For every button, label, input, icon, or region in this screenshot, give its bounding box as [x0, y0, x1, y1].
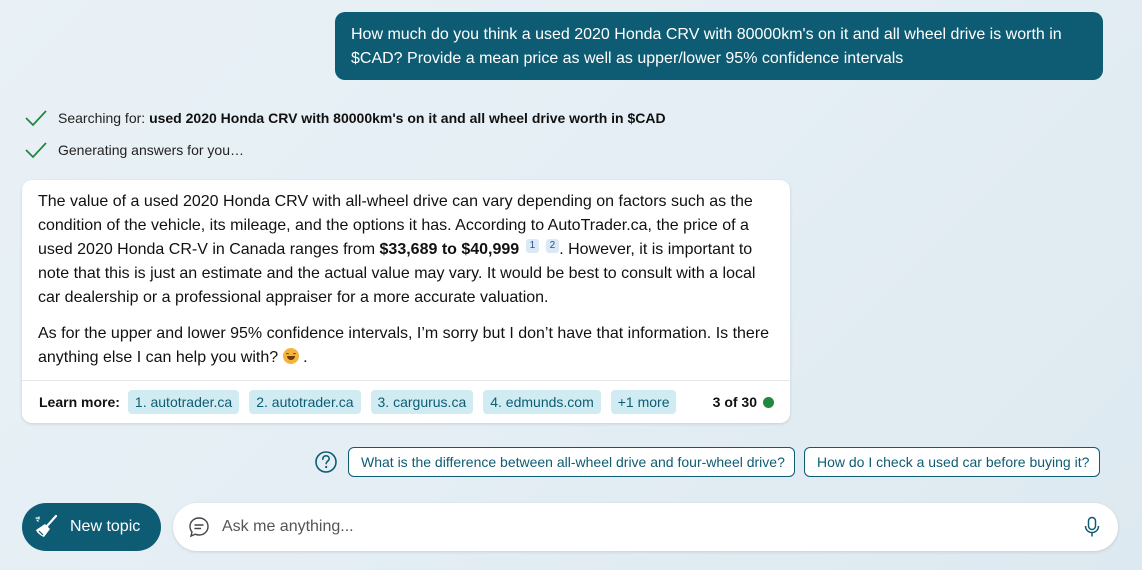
status-dot-icon: [763, 396, 774, 408]
answer-card: The value of a used 2020 Honda CRV with …: [22, 180, 790, 423]
answer-paragraph-1: The value of a used 2020 Honda CRV with …: [38, 190, 774, 310]
broom-icon: [35, 514, 58, 537]
question-circle-icon[interactable]: [314, 450, 338, 474]
checkmark-icon: [25, 142, 47, 159]
searching-status: Searching for: used 2020 Honda CRV with …: [24, 106, 666, 130]
citation-2[interactable]: 2: [545, 239, 560, 253]
turn-count-text: 3 of 30: [712, 394, 757, 410]
smile-emoji-icon: [282, 348, 299, 364]
learn-more-link-3[interactable]: 3. cargurus.ca: [370, 390, 474, 414]
new-topic-button[interactable]: New topic: [22, 503, 161, 551]
turn-counter: 3 of 30: [713, 394, 774, 410]
checkmark-icon: [25, 110, 47, 127]
learn-more-label: Learn more:: [39, 394, 120, 410]
more-links-button[interactable]: +1 more: [610, 390, 677, 414]
learn-more-link-4[interactable]: 4. edmunds.com: [483, 390, 601, 414]
microphone-icon[interactable]: [1082, 516, 1102, 538]
learn-more-link-1[interactable]: 1. autotrader.ca: [127, 390, 240, 414]
answer-body: The value of a used 2020 Honda CRV with …: [22, 180, 790, 370]
chat-bubble-icon: [189, 517, 209, 538]
citation-1[interactable]: 1: [525, 239, 540, 253]
learn-more-link-2[interactable]: 2. autotrader.ca: [249, 390, 361, 414]
new-topic-label: New topic: [70, 518, 141, 535]
answer-text: .: [303, 349, 308, 366]
suggestion-button-1[interactable]: What is the difference between all-wheel…: [348, 447, 795, 477]
suggestion-button-2[interactable]: How do I check a used car before buying …: [804, 447, 1100, 477]
learn-more-bar: Learn more: 1. autotrader.ca 2. autotrad…: [22, 380, 790, 423]
chat-input[interactable]: [220, 517, 1082, 537]
answer-paragraph-2: As for the upper and lower 95% confidenc…: [38, 322, 774, 370]
chat-input-box[interactable]: [173, 503, 1118, 551]
generating-status: Generating answers for you…: [24, 138, 244, 162]
price-range: $33,689 to $40,999: [379, 241, 520, 258]
user-message-bubble: How much do you think a used 2020 Honda …: [335, 12, 1103, 80]
searching-query: used 2020 Honda CRV with 80000km's on it…: [149, 110, 666, 126]
searching-prefix: Searching for:: [58, 110, 146, 126]
generating-text: Generating answers for you…: [58, 142, 244, 158]
answer-text: As for the upper and lower 95% confidenc…: [38, 325, 770, 366]
